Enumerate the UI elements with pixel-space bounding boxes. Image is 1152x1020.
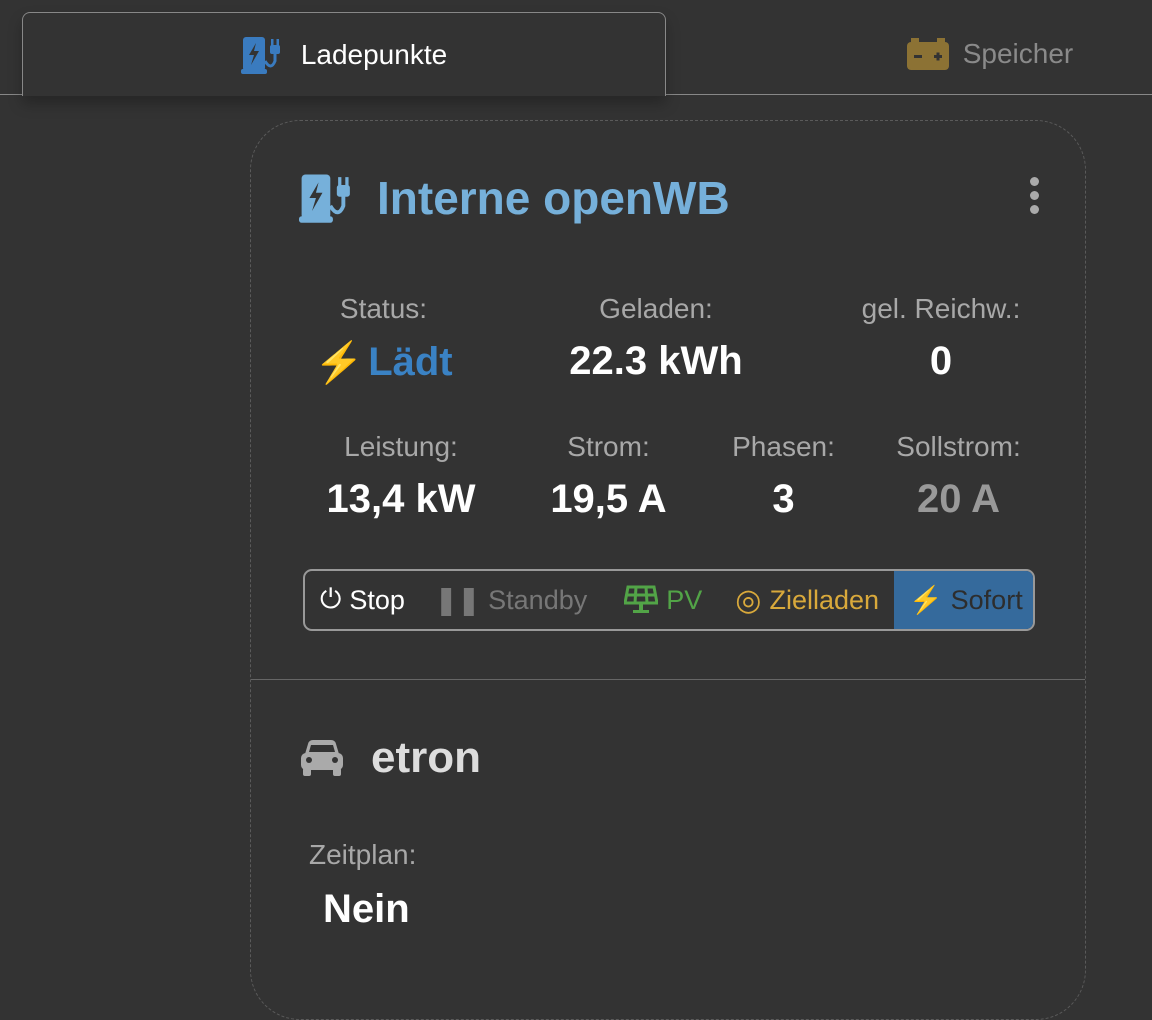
- target-current-value[interactable]: 20 A: [871, 477, 1046, 522]
- tab-label: Ladepunkte: [300, 38, 448, 70]
- chargepoint-name: Interne openWB: [377, 172, 730, 224]
- battery-icon: [906, 38, 949, 70]
- bolt-icon: ⚡: [314, 341, 365, 385]
- power-icon: ⏻: [320, 584, 342, 614]
- status-field: Status: ⚡ Lädt: [301, 293, 466, 386]
- status-text: Lädt: [368, 340, 453, 384]
- power-label: Leistung:: [344, 431, 458, 462]
- current-field: Strom: 19,5 A: [521, 431, 696, 522]
- power-value: 13,4 kW: [326, 477, 476, 521]
- range-field: gel. Reichw.: 0: [841, 293, 1041, 384]
- divider: [251, 679, 1085, 680]
- phases-value: 3: [772, 477, 795, 521]
- range-value: 0: [929, 339, 953, 383]
- schedule-label: Zeitplan:: [309, 839, 417, 870]
- charged-field: Geladen: 22.3 kWh: [536, 293, 776, 384]
- solar-panel-icon: [624, 585, 659, 613]
- schedule-value: Nein: [323, 887, 410, 931]
- phases-field: Phasen: 3: [711, 431, 856, 522]
- mode-stop-button[interactable]: ⏻ Stop: [305, 571, 420, 629]
- vehicle-name: etron: [371, 733, 481, 782]
- current-value: 19,5 A: [550, 477, 667, 521]
- target-icon: ◎: [735, 583, 762, 617]
- tab-speicher[interactable]: Speicher: [880, 12, 1100, 96]
- range-label: gel. Reichw.:: [861, 293, 1021, 324]
- chargepoint-card: Interne openWB Status: ⚡ Lädt Geladen: 22…: [250, 120, 1086, 1020]
- phases-label: Phasen:: [732, 431, 835, 462]
- status-value: ⚡ Lädt: [301, 339, 466, 386]
- mode-standby-button[interactable]: ❚❚ Standby: [420, 571, 602, 629]
- current-label: Strom:: [567, 431, 650, 462]
- charged-label: Geladen:: [599, 293, 713, 324]
- car-icon: [301, 740, 343, 776]
- charging-station-icon: [240, 36, 280, 74]
- power-field: Leistung: 13,4 kW: [301, 431, 501, 522]
- more-menu-icon[interactable]: [1030, 177, 1039, 214]
- mode-label: PV: [666, 584, 703, 615]
- pause-icon: ❚❚: [434, 584, 481, 615]
- chargepoint-header: Interne openWB: [299, 171, 730, 225]
- mode-label: Stop: [349, 584, 405, 615]
- target-current-label: Sollstrom:: [896, 431, 1021, 462]
- bolt-icon: ⚡: [909, 585, 943, 615]
- vehicle-header[interactable]: etron: [299, 733, 481, 783]
- mode-zielladen-button[interactable]: ◎ Zielladen: [717, 571, 894, 629]
- tab-ladepunkte[interactable]: Ladepunkte: [22, 12, 666, 96]
- mode-pv-button[interactable]: PV: [602, 571, 717, 629]
- mode-label: Zielladen: [769, 584, 880, 615]
- charging-station-icon: [299, 174, 350, 223]
- charged-value: 22.3 kWh: [569, 339, 743, 383]
- tab-label: Speicher: [962, 38, 1074, 69]
- mode-sofort-button[interactable]: ⚡ Sofort: [894, 571, 1033, 629]
- charge-mode-selector: ⏻ Stop ❚❚ Standby PV ◎ Zielladen ⚡ Sofort: [303, 569, 1035, 631]
- mode-label: Sofort: [950, 584, 1023, 615]
- target-current-field[interactable]: Sollstrom: 20 A: [871, 431, 1046, 522]
- status-label: Status:: [339, 293, 428, 324]
- mode-label: Standby: [488, 584, 588, 615]
